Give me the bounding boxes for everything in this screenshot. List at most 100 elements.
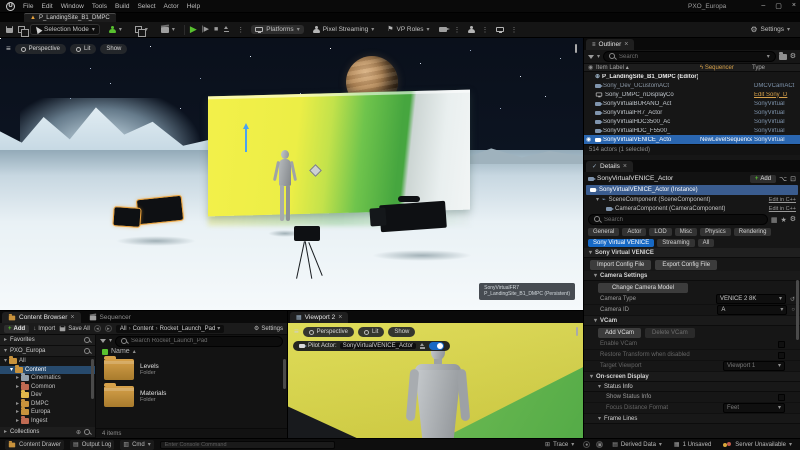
outliner-search-input[interactable] [619, 54, 764, 60]
outliner-row[interactable]: SonyVirtualHDC_F5500_ SonyVirtual [584, 126, 800, 135]
outliner-row[interactable]: ⊕ P_LandingSite_B1_DMPC (Editor) [584, 72, 800, 81]
close-icon[interactable]: × [623, 163, 627, 170]
search-icon[interactable] [84, 348, 91, 355]
stop-button[interactable]: ■ [214, 26, 218, 33]
add-actor-dropdown[interactable]: ▾ [105, 25, 126, 34]
vp-roles-dropdown[interactable]: ⚑ VP Roles ▾ [383, 25, 433, 34]
edit-link[interactable]: Edit Sony_D [754, 92, 798, 98]
collections-header[interactable]: ▸Collections ⊕ [0, 427, 95, 438]
transform-gizmo-arrow[interactable] [245, 128, 247, 152]
play-button[interactable]: ▶ [190, 25, 197, 34]
trace-dropdown[interactable]: ⊞ Trace▾ [542, 440, 577, 450]
lit-dropdown[interactable]: Lit [70, 44, 96, 54]
save-all-button[interactable]: Save All [59, 325, 90, 332]
reset-icon[interactable]: ↺ [790, 296, 795, 303]
content-drawer-button[interactable]: Content Drawer [5, 440, 64, 450]
outliner-row[interactable]: SonyVirtualFR7_Actor SonyVirtual [584, 108, 800, 117]
section-camera-settings[interactable]: ▾Camera Settings [584, 271, 800, 281]
vp2-show-dropdown[interactable]: Show [388, 327, 415, 337]
menu-help[interactable]: Help [187, 3, 200, 10]
pilot-actor-bar[interactable]: Pilot Actor: SonyVirtualVENICE_Actor [293, 341, 450, 351]
cine-camera-right[interactable] [379, 201, 447, 233]
frame-skip-button[interactable]: |▶ [202, 26, 209, 33]
item-label-column[interactable]: Item Label ▴ [596, 64, 700, 71]
asset-folder-levels[interactable]: LevelsFolder [96, 356, 287, 383]
add-button[interactable]: + Add [4, 325, 29, 333]
section-frame-lines[interactable]: ▾Frame Lines [584, 414, 800, 424]
tree-item-dev[interactable]: ▸Dev [0, 391, 95, 400]
change-camera-model-button[interactable]: Change Camera Model [598, 283, 688, 293]
virtual-camera-kebab-icon[interactable]: ⋮ [454, 26, 461, 34]
reset-icon[interactable]: ○ [791, 307, 795, 313]
tab-viewport2[interactable]: ▦ Viewport 2 × [290, 312, 348, 323]
virtual-camera-icon[interactable] [439, 27, 447, 32]
minimize-button[interactable]: – [761, 2, 765, 10]
pilot-toggle[interactable] [429, 342, 444, 350]
camera-id-select[interactable]: A▾ [717, 305, 787, 315]
platforms-dropdown[interactable]: Platforms ▾ [251, 25, 303, 34]
search-icon[interactable] [84, 337, 91, 344]
camera-rig-selected[interactable] [137, 196, 183, 224]
import-config-button[interactable]: Import Config File [590, 260, 651, 270]
component-row[interactable]: CameraComponent (CameraComponent) Edit i… [584, 204, 800, 213]
back-button[interactable]: ◂ [94, 325, 101, 332]
collab-icon[interactable] [468, 26, 475, 33]
camera-rig-mid[interactable] [294, 226, 320, 241]
cinematics-dropdown[interactable]: ▾ [157, 26, 179, 34]
details-search-input[interactable] [604, 217, 762, 223]
menu-build[interactable]: Build [115, 3, 129, 10]
derived-data-dropdown[interactable]: ▤ Derived Data▾ [609, 440, 665, 450]
favorites-star-icon[interactable]: ★ [780, 216, 786, 224]
tab-sequencer[interactable]: Sequencer [83, 312, 137, 323]
breadcrumb-all[interactable]: All [120, 326, 127, 332]
server-status-dropdown[interactable]: Server Unavailable▾ [720, 440, 795, 450]
details-search[interactable] [588, 214, 768, 225]
import-button[interactable]: ↓Import [33, 326, 55, 332]
snapshot-icon[interactable]: ▣ [596, 441, 603, 448]
menu-tools[interactable]: Tools [92, 3, 107, 10]
section-sony-virtual-venice[interactable]: ▾Sony Virtual VENICE [584, 248, 800, 258]
filter-icon[interactable] [588, 55, 594, 59]
breadcrumb[interactable]: All › Content › Rocket_Launch_Pad ▾ [116, 325, 224, 333]
outliner-row[interactable]: Sony_DMPC_nDisplayCo Edit Sony_D [584, 90, 800, 99]
section-status-info[interactable]: ▾Status Info [584, 382, 800, 392]
asset-folder-materials[interactable]: MaterialsFolder [96, 383, 287, 410]
menu-window[interactable]: Window [61, 3, 84, 10]
sources-scrollbar[interactable] [91, 359, 94, 399]
menu-edit[interactable]: Edit [41, 3, 52, 10]
selection-mode-dropdown[interactable]: Selection Mode ▾ [30, 24, 100, 35]
name-column-header[interactable]: Name▴ [96, 347, 287, 356]
mannequin-closeup[interactable] [406, 343, 470, 438]
eye-icon[interactable]: ◉ [586, 136, 593, 143]
instance-row[interactable]: SonyVirtualVENICE_Actor (Instance) [586, 185, 798, 195]
filter-general[interactable]: General [588, 228, 619, 236]
favorites-header[interactable]: ▸Favorites [0, 335, 95, 346]
add-vcam-button[interactable]: Add VCam [598, 328, 641, 338]
asset-search[interactable] [115, 336, 283, 347]
filter-misc[interactable]: Misc [675, 228, 697, 236]
component-row[interactable]: ▾⌁ SceneComponent (SceneComponent) Edit … [584, 195, 800, 204]
filter-lod[interactable]: LOD [649, 228, 671, 236]
blueprints-dropdown[interactable]: ▾ [131, 25, 152, 34]
outliner-settings-icon[interactable]: ⚙ [790, 53, 796, 60]
close-icon[interactable]: × [70, 314, 74, 321]
focus-distance-format-select[interactable]: Feet▾ [723, 403, 785, 413]
cb-settings-button[interactable]: ⚙Settings [254, 326, 283, 332]
viewport2-maximize-icon[interactable] [576, 328, 578, 335]
outliner-row[interactable]: Sony_Dev_UCustomACt DMCVCamACt [584, 81, 800, 90]
tree-item-common[interactable]: ▸Common [0, 383, 95, 392]
collab-kebab-icon[interactable]: ⋮ [482, 26, 489, 34]
viewport-menu-icon[interactable]: ≡ [6, 45, 11, 53]
add-component-button[interactable]: + Add [750, 175, 776, 183]
share-icon[interactable]: ⌥ [779, 175, 787, 183]
section-onscreen-display[interactable]: ▾On-screen Display [584, 372, 800, 382]
filter-icon[interactable] [100, 339, 106, 343]
menu-file[interactable]: File [23, 3, 33, 10]
category-streaming[interactable]: Streaming [657, 239, 694, 247]
asset-search-input[interactable] [131, 338, 277, 344]
new-folder-icon[interactable] [779, 54, 787, 60]
add-collection-icon[interactable]: ⊕ [76, 429, 81, 436]
target-viewport-select[interactable]: Viewport 1▾ [723, 361, 785, 371]
main-viewport[interactable]: ≡ Perspective Lit Show SonyVirtualFR7 P_… [0, 38, 583, 310]
outliner-search[interactable]: ▾ [603, 51, 776, 62]
